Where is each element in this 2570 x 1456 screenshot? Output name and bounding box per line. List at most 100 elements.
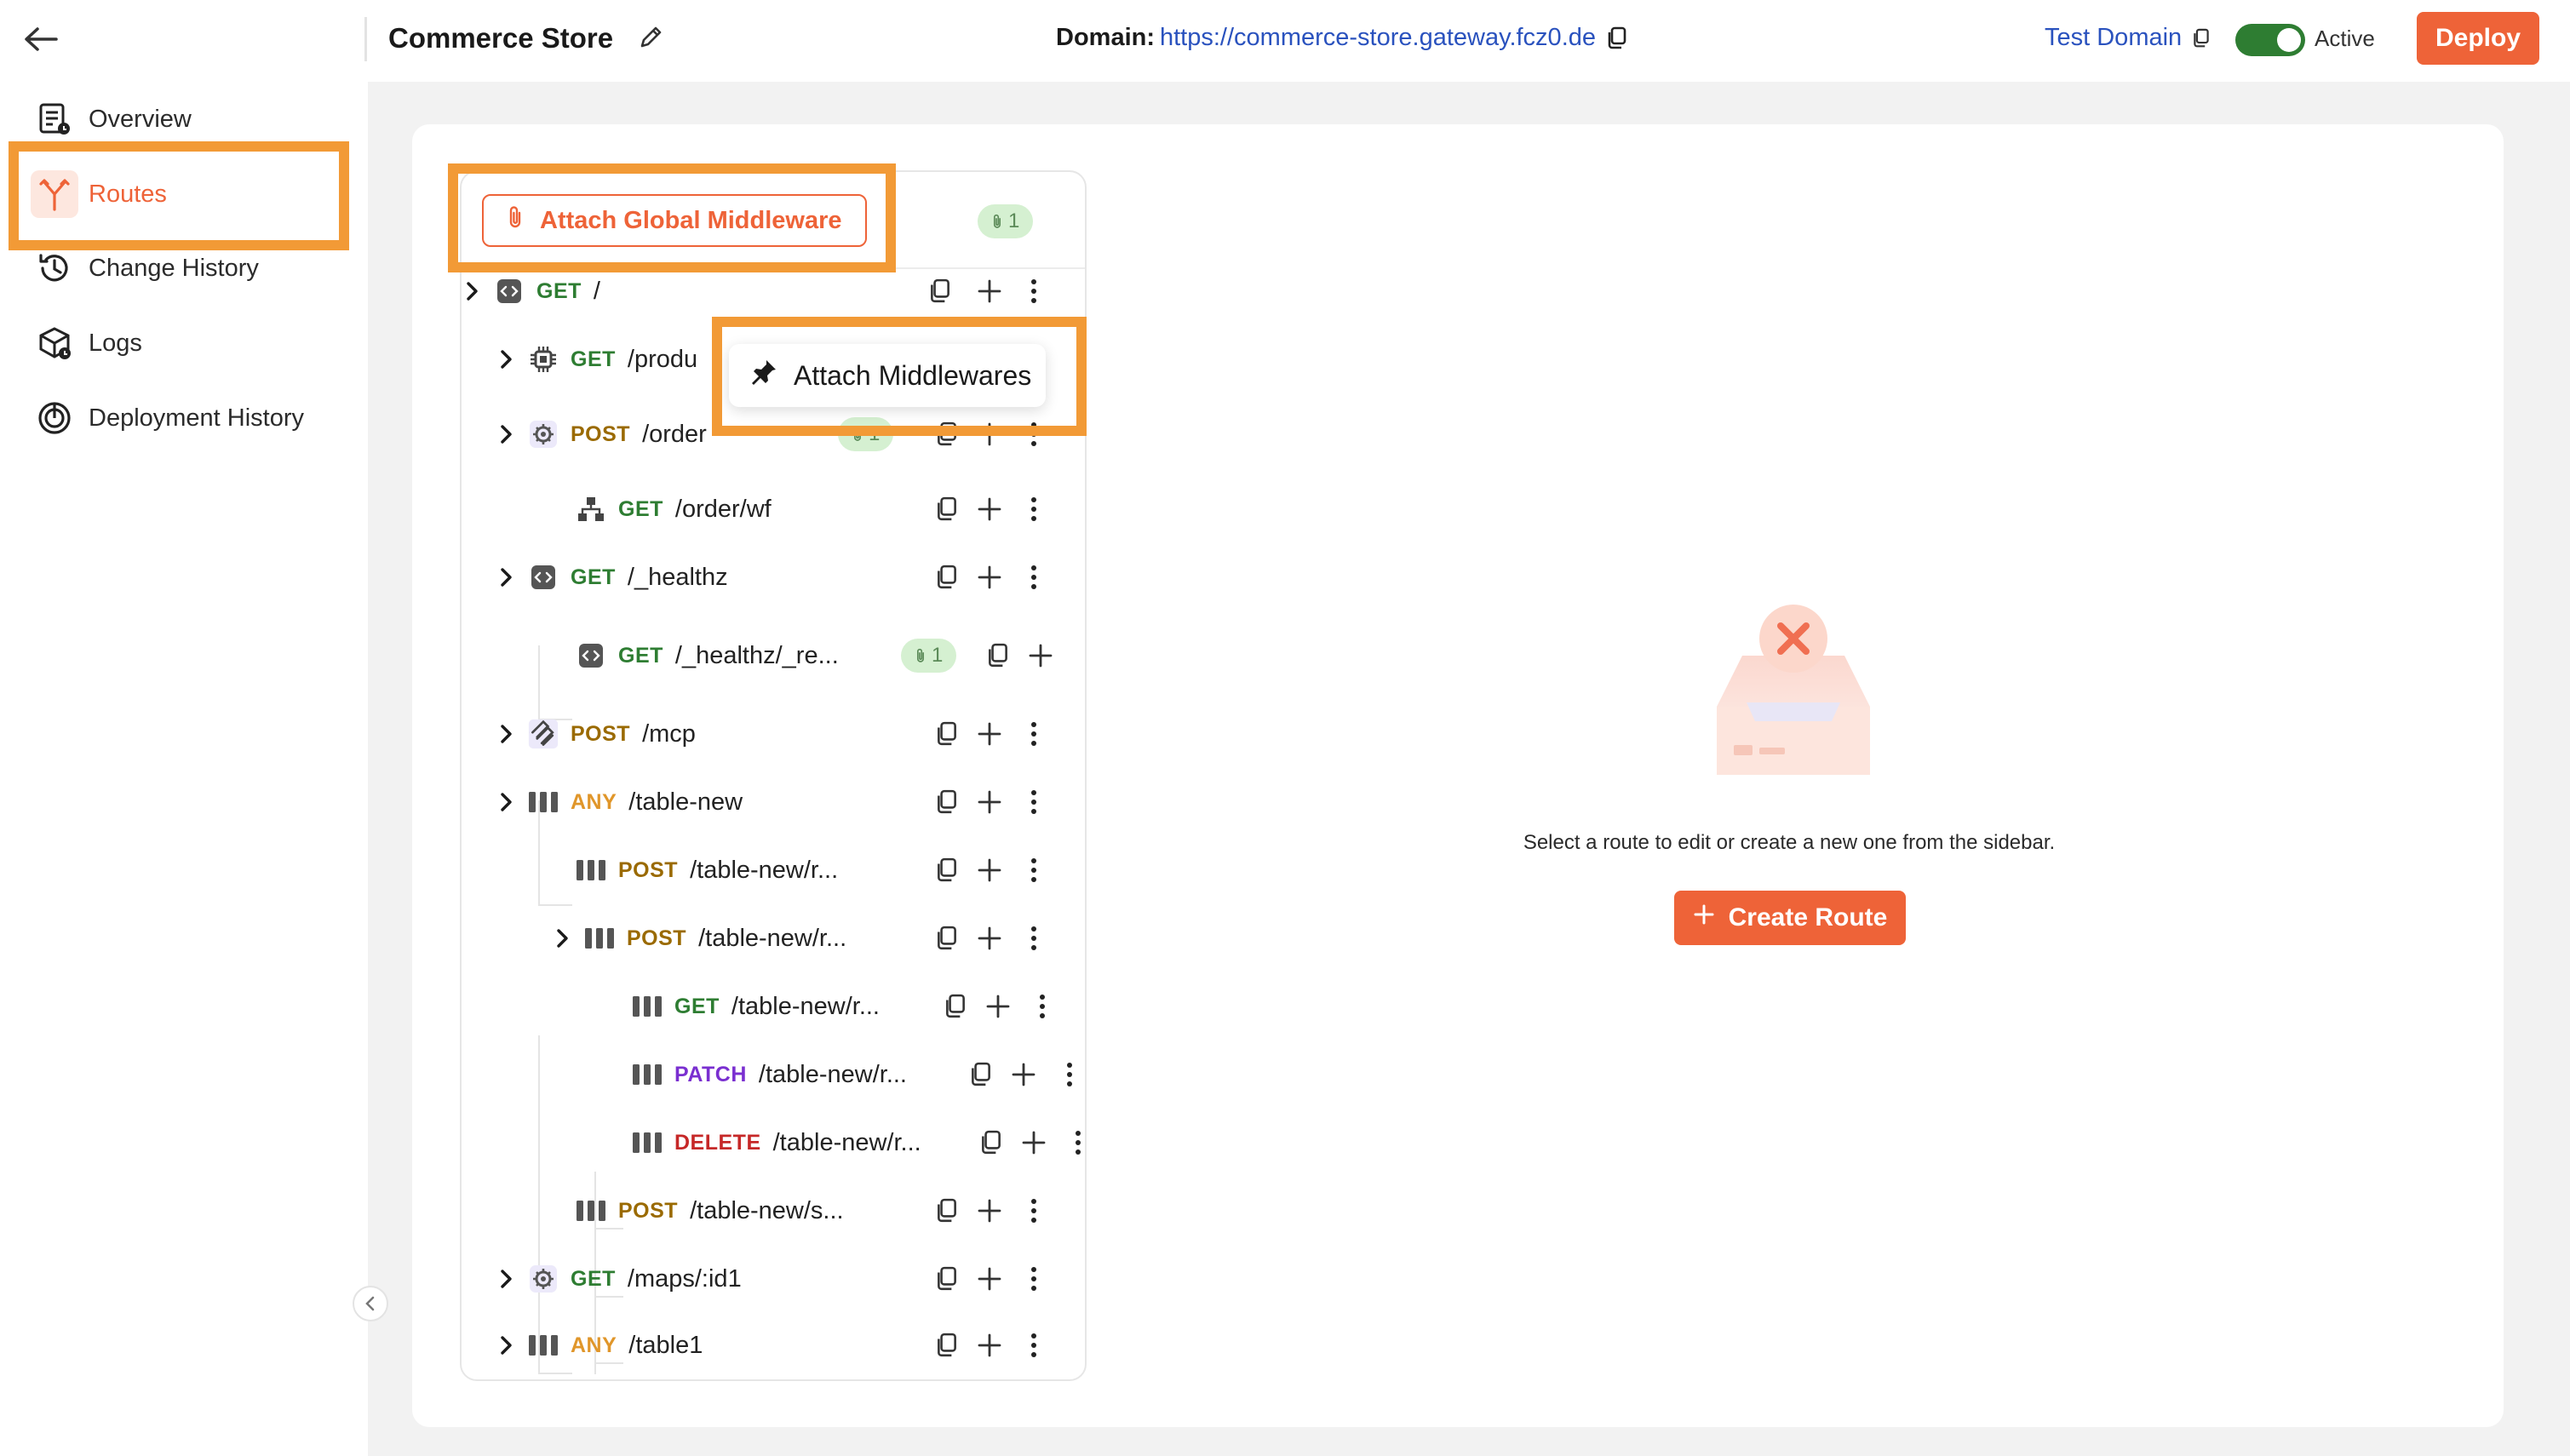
collapse-sidebar-button[interactable] (353, 1286, 388, 1321)
plus-icon[interactable] (974, 787, 1005, 817)
sidebar-item-label: Change History (89, 254, 259, 282)
domain-link[interactable]: https://commerce-store.gateway.fcz0.de (1160, 24, 1596, 52)
route-row[interactable]: ANY/table1 (494, 1320, 703, 1371)
chevron-right-icon[interactable] (550, 927, 576, 949)
route-row[interactable]: POST/mcp (494, 708, 696, 760)
chevron-right-icon[interactable] (494, 348, 519, 370)
plus-icon[interactable] (983, 991, 1013, 1022)
copy-icon[interactable] (976, 1127, 1007, 1158)
route-row[interactable]: GET / (460, 266, 600, 317)
plus-icon[interactable] (1025, 640, 1056, 671)
copy-icon[interactable] (932, 1195, 962, 1226)
more-vertical-icon[interactable] (1018, 923, 1049, 954)
sidebar-item-overview[interactable]: Overview (31, 89, 354, 149)
route-row[interactable]: GET/table-new/r... (632, 981, 880, 1032)
copy-icon[interactable] (932, 923, 962, 954)
plus-icon[interactable] (974, 923, 1005, 954)
gear-icon (528, 1264, 559, 1294)
route-row[interactable]: GET /_healthz/_re... (576, 630, 839, 681)
copy-icon[interactable] (932, 855, 962, 886)
copy-icon[interactable] (932, 719, 962, 749)
copy-icon[interactable] (932, 562, 962, 593)
route-path: /produ (627, 345, 698, 373)
more-vertical-icon[interactable] (1018, 719, 1049, 749)
chevron-right-icon[interactable] (494, 423, 519, 445)
copy-icon[interactable] (932, 1330, 962, 1361)
deploy-button[interactable]: Deploy (2417, 12, 2539, 65)
copy-icon[interactable] (966, 1059, 996, 1090)
plus-icon[interactable] (974, 1264, 1005, 1294)
plus-icon[interactable] (974, 719, 1005, 749)
route-row[interactable]: POST/table-new/r... (576, 845, 838, 896)
chevron-right-icon[interactable] (494, 723, 519, 745)
plus-icon[interactable] (1008, 1059, 1039, 1090)
chevron-right-icon[interactable] (460, 280, 485, 302)
more-vertical-icon[interactable] (1018, 1264, 1049, 1294)
copy-icon[interactable] (925, 276, 955, 307)
chevron-right-icon[interactable] (494, 566, 519, 588)
copy-icon[interactable] (2192, 28, 2211, 49)
route-path: /table-new/s... (690, 1196, 844, 1224)
sidebar-item-deployment-history[interactable]: Deployment History (31, 388, 354, 448)
more-vertical-icon[interactable] (1018, 787, 1049, 817)
sidebar-item-logs[interactable]: Logs (31, 313, 354, 373)
route-row[interactable]: POST/order (494, 409, 707, 460)
more-vertical-icon[interactable] (1027, 991, 1058, 1022)
sidebar-item-label: Logs (89, 329, 142, 357)
more-vertical-icon[interactable] (1018, 276, 1049, 307)
copy-icon[interactable] (983, 640, 1013, 671)
code-icon (494, 276, 525, 307)
more-vertical-icon[interactable] (1018, 562, 1049, 593)
route-row[interactable]: GET /_healthz (494, 552, 728, 603)
route-row[interactable]: GET/produ (494, 334, 697, 385)
route-row[interactable]: GET/maps/:id1 (494, 1253, 742, 1304)
more-vertical-icon[interactable] (1018, 1330, 1049, 1361)
table-icon (576, 1195, 606, 1226)
copy-icon[interactable] (940, 991, 971, 1022)
back-arrow-icon[interactable] (22, 20, 60, 58)
plus-icon[interactable] (974, 1330, 1005, 1361)
plus-icon (1693, 903, 1715, 932)
chevron-right-icon[interactable] (494, 791, 519, 813)
plus-icon[interactable] (974, 494, 1005, 525)
plus-icon[interactable] (974, 276, 1005, 307)
route-row[interactable]: POST/table-new/r... (550, 913, 846, 964)
create-route-button[interactable]: Create Route (1674, 891, 1906, 945)
workflow-icon (576, 494, 606, 525)
sidebar-item-label: Deployment History (89, 404, 305, 432)
pencil-icon[interactable] (637, 24, 664, 55)
route-row[interactable]: PATCH/table-new/r... (632, 1049, 907, 1100)
more-vertical-icon[interactable] (1018, 855, 1049, 886)
route-method: GET (571, 1266, 616, 1291)
route-row[interactable]: POST/table-new/s... (576, 1185, 844, 1236)
plus-icon[interactable] (1018, 1127, 1049, 1158)
chevron-right-icon[interactable] (494, 1268, 519, 1290)
table-icon (632, 991, 663, 1022)
plus-icon[interactable] (974, 562, 1005, 593)
more-vertical-icon[interactable] (1018, 1195, 1049, 1226)
plus-icon[interactable] (974, 1195, 1005, 1226)
route-path: /table-new/r... (698, 924, 847, 952)
active-toggle[interactable] (2235, 24, 2305, 56)
test-domain-link[interactable]: Test Domain (2045, 24, 2211, 52)
table-icon (528, 787, 559, 817)
route-method: PATCH (674, 1062, 747, 1086)
chevron-right-icon[interactable] (494, 1334, 519, 1356)
route-row[interactable]: DELETE/table-new/r... (632, 1117, 921, 1168)
plus-icon[interactable] (974, 855, 1005, 886)
copy-icon[interactable] (1606, 26, 1628, 50)
overview-icon (31, 95, 78, 143)
copy-icon[interactable] (932, 787, 962, 817)
more-vertical-icon[interactable] (1054, 1059, 1085, 1090)
route-row[interactable]: ANY/table-new (494, 777, 743, 828)
copy-icon[interactable] (932, 494, 962, 525)
more-vertical-icon[interactable] (1018, 494, 1049, 525)
route-path: /table-new/r... (731, 992, 880, 1020)
route-method: POST (618, 1198, 679, 1223)
route-method: POST (571, 721, 631, 746)
copy-icon[interactable] (932, 1264, 962, 1294)
highlight-box-attach-middlewares (712, 317, 1087, 436)
test-domain-label[interactable]: Test Domain (2045, 24, 2182, 52)
route-row[interactable]: GET/order/wf (576, 484, 772, 535)
more-vertical-icon[interactable] (1063, 1127, 1093, 1158)
